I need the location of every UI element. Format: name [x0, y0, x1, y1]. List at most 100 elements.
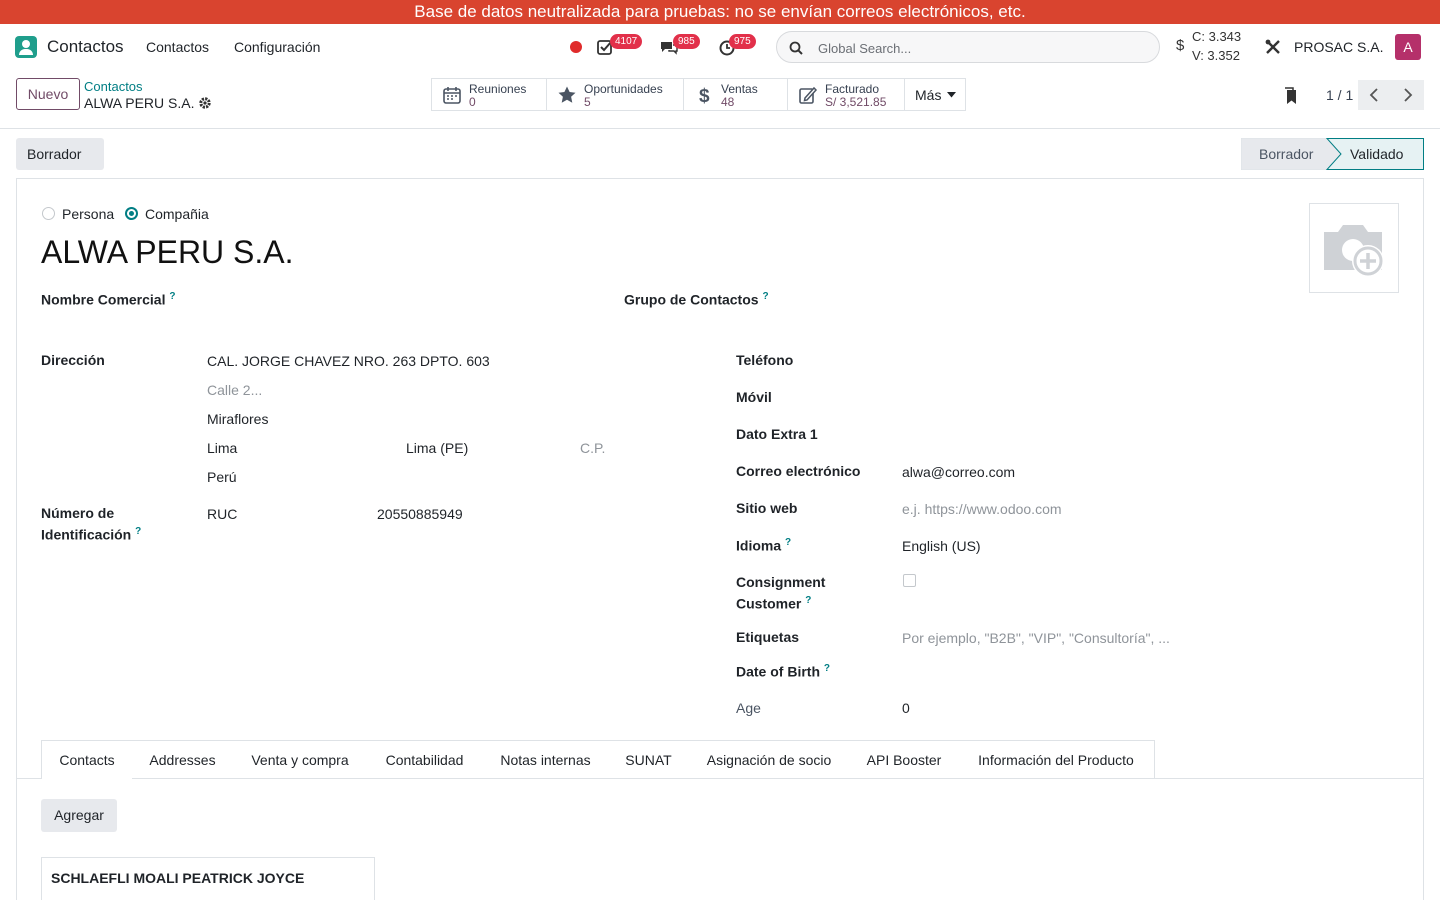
tools-icon[interactable]	[1264, 38, 1282, 56]
global-search[interactable]	[776, 31, 1160, 63]
contact-card[interactable]: SCHLAEFLI MOALI PEATRICK JOYCE	[41, 857, 375, 900]
search-icon	[789, 41, 803, 55]
country-field[interactable]: Perú	[207, 469, 237, 485]
help-tooltip-icon[interactable]: ?	[824, 663, 830, 674]
age-label: Age	[736, 700, 761, 716]
smart-value: 5	[584, 95, 591, 109]
phone-label: Teléfono	[736, 352, 794, 368]
id-number-label-line2: Identificación ?	[41, 526, 142, 543]
tab-notas-internas[interactable]: Notas internas	[482, 740, 610, 779]
breadcrumb-current: ALWA PERU S.A.	[84, 95, 195, 111]
mobile-label: Móvil	[736, 389, 772, 405]
pager-value[interactable]: 1 / 1	[1326, 87, 1353, 103]
trade-name-label: Nombre Comercial ?	[41, 291, 176, 308]
smart-button-oportunidades[interactable]: Oportunidades 5	[546, 78, 684, 111]
smart-value: 0	[469, 95, 476, 109]
messages-badge: 985	[673, 34, 700, 49]
district-field[interactable]: Miraflores	[207, 411, 268, 427]
partner-name-field[interactable]: ALWA PERU S.A.	[41, 234, 294, 271]
gear-icon[interactable]	[198, 96, 212, 110]
smart-label: Facturado	[825, 82, 880, 96]
smart-button-ventas[interactable]: $ Ventas 48	[683, 78, 788, 111]
currency-dollar-icon: $	[1176, 37, 1185, 54]
activities-badge: 4107	[610, 34, 643, 49]
new-button[interactable]: Nuevo	[16, 78, 80, 110]
website-label: Sitio web	[736, 500, 798, 516]
contact-card-name: SCHLAEFLI MOALI PEATRICK JOYCE	[51, 870, 305, 886]
bookmark-icon[interactable]	[1283, 87, 1299, 105]
language-field[interactable]: English (US)	[902, 538, 981, 554]
tab-venta-compra[interactable]: Venta y compra	[233, 740, 368, 779]
tab-sunat[interactable]: SUNAT	[609, 740, 689, 779]
pager-previous-button[interactable]	[1358, 80, 1391, 110]
chevron-left-icon	[1369, 88, 1378, 102]
help-tooltip-icon[interactable]: ?	[169, 291, 175, 302]
tab-contacts[interactable]: Contacts	[41, 740, 133, 779]
smart-label: Reuniones	[469, 82, 527, 96]
help-tooltip-icon[interactable]: ?	[805, 595, 811, 606]
set-draft-button[interactable]: Borrador	[16, 138, 104, 170]
pager-next-button[interactable]	[1391, 80, 1424, 110]
tab-asignacion-socio[interactable]: Asignación de socio	[688, 740, 851, 779]
website-field[interactable]: e.j. https://www.odoo.com	[902, 501, 1062, 517]
help-tooltip-icon[interactable]: ?	[762, 291, 768, 302]
recording-dot-icon[interactable]	[570, 41, 582, 53]
smart-button-reuniones[interactable]: Reuniones 0	[431, 78, 547, 111]
email-field[interactable]: alwa@correo.com	[902, 464, 1015, 480]
global-search-input[interactable]	[818, 38, 1138, 58]
menu-configuracion[interactable]: Configuración	[234, 39, 320, 55]
tab-addresses[interactable]: Addresses	[132, 740, 234, 779]
tab-contabilidad[interactable]: Contabilidad	[367, 740, 483, 779]
language-label: Idioma ?	[736, 537, 792, 554]
id-type-field[interactable]: RUC	[207, 506, 237, 522]
smart-value: 48	[721, 95, 735, 109]
id-number-label-line1: Número de	[41, 505, 115, 521]
dollar-icon: $	[699, 86, 710, 105]
help-tooltip-icon[interactable]: ?	[785, 537, 791, 548]
state-field[interactable]: Lima (PE)	[406, 440, 468, 456]
tab-informacion-producto[interactable]: Información del Producto	[958, 740, 1155, 779]
radio-compania-label[interactable]: Compañia	[145, 206, 209, 222]
radio-persona[interactable]	[42, 207, 55, 220]
tab-divider	[17, 778, 1423, 779]
zip-field[interactable]: C.P.	[580, 440, 605, 456]
smart-button-facturado[interactable]: Facturado S/ 3,521.85	[787, 78, 905, 111]
svg-text:$: $	[699, 86, 710, 105]
top-navbar: Contactos Contactos Configuración 4107 9…	[0, 24, 1440, 70]
street2-field[interactable]: Calle 2...	[207, 382, 262, 398]
control-panel: Nuevo Contactos ALWA PERU S.A. Reuniones…	[0, 70, 1440, 129]
smart-label: Oportunidades	[584, 82, 663, 96]
extra-data-label: Dato Extra 1	[736, 426, 818, 442]
email-label: Correo electrónico	[736, 463, 861, 479]
image-upload[interactable]	[1309, 203, 1399, 293]
menu-contactos[interactable]: Contactos	[146, 39, 209, 55]
street-field[interactable]: CAL. JORGE CHAVEZ NRO. 263 DPTO. 603	[207, 353, 490, 369]
help-tooltip-icon[interactable]: ?	[135, 526, 141, 537]
id-number-field[interactable]: 20550885949	[377, 506, 463, 522]
tags-field[interactable]: Por ejemplo, "B2B", "VIP", "Consultoría"…	[902, 630, 1170, 646]
stage-borrador[interactable]: Borrador	[1259, 138, 1313, 170]
radio-compania[interactable]	[125, 207, 138, 220]
add-contact-button[interactable]: Agregar	[41, 799, 117, 832]
form-sheet: Persona Compañia ALWA PERU S.A. Nombre C…	[16, 178, 1424, 900]
app-name[interactable]: Contactos	[47, 37, 124, 57]
radio-persona-label[interactable]: Persona	[62, 206, 114, 222]
stage-validado[interactable]: Validado	[1350, 138, 1403, 170]
consignment-label-line1: Consignment	[736, 574, 826, 590]
dob-label: Date of Birth ?	[736, 663, 830, 680]
user-avatar[interactable]: A	[1395, 34, 1421, 60]
age-value: 0	[902, 700, 910, 716]
company-switcher[interactable]: PROSAC S.A.	[1294, 39, 1383, 55]
contacts-app-icon[interactable]	[15, 36, 37, 58]
exchange-rate-sell: V: 3.352	[1192, 48, 1240, 63]
tab-api-booster[interactable]: API Booster	[850, 740, 959, 779]
breadcrumb-contactos[interactable]: Contactos	[84, 79, 143, 94]
more-dropdown-button[interactable]: Más	[904, 78, 966, 111]
consignment-label-line2: Customer ?	[736, 595, 812, 612]
calendar-icon	[443, 87, 461, 104]
camera-plus-icon	[1324, 225, 1384, 277]
city-field[interactable]: Lima	[207, 440, 237, 456]
star-icon	[558, 86, 576, 103]
consignment-checkbox[interactable]	[903, 574, 916, 587]
invoice-edit-icon	[799, 86, 818, 104]
